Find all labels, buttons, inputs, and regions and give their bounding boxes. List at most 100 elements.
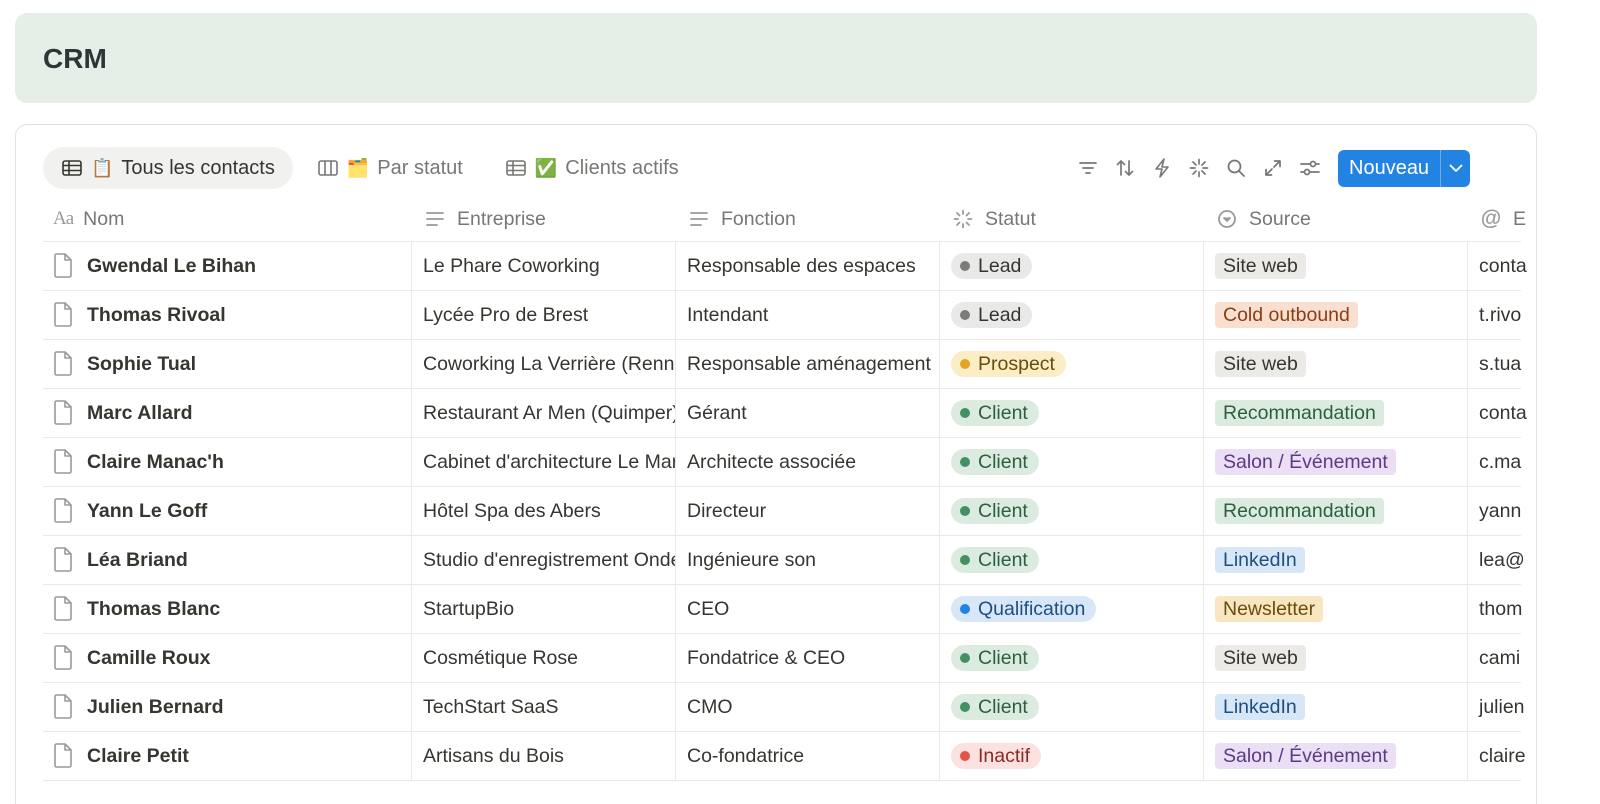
cell-nom[interactable]: Sophie Tual <box>43 340 412 388</box>
tab-clients-actifs[interactable]: ✅ Clients actifs <box>487 147 697 189</box>
column-header-source[interactable]: Source <box>1204 197 1468 241</box>
cell-entreprise[interactable]: StartupBio <box>412 585 676 633</box>
cell-source[interactable]: Site web <box>1204 340 1468 388</box>
cell-statut[interactable]: Lead <box>940 291 1204 339</box>
table-row[interactable]: Julien Bernard TechStart SaaS CMO Client Lin… <box>43 683 1525 732</box>
cell-statut[interactable]: Qualification <box>940 585 1204 633</box>
cell-source[interactable]: Recommandation <box>1204 389 1468 437</box>
sort-icon[interactable] <box>1106 150 1143 186</box>
contact-name[interactable]: Claire Manac'h <box>87 451 224 474</box>
cell-email[interactable]: lea@ <box>1468 536 1528 584</box>
contact-name[interactable]: Thomas Blanc <box>87 598 220 621</box>
cell-statut[interactable]: Client <box>940 683 1204 731</box>
table-row[interactable]: Sophie Tual Coworking La Verrière (Renne R… <box>43 340 1521 389</box>
cell-entreprise[interactable]: TechStart SaaS <box>412 683 676 731</box>
cell-email[interactable]: conta <box>1468 389 1528 437</box>
cell-fonction[interactable]: Ingénieure son <box>676 536 940 584</box>
chevron-down-icon[interactable] <box>1440 149 1470 187</box>
cell-email[interactable]: claire <box>1468 732 1528 780</box>
contact-name[interactable]: Camille Roux <box>87 647 211 670</box>
automation-icon[interactable] <box>1143 150 1180 186</box>
table-row[interactable]: Claire Petit Artisans du Bois Co-fondatric… <box>43 732 1526 781</box>
cell-email[interactable]: cami <box>1468 634 1528 682</box>
cell-entreprise[interactable]: Cosmétique Rose <box>412 634 676 682</box>
cell-statut[interactable]: Lead <box>940 242 1204 290</box>
table-row[interactable]: Yann Le Goff Hôtel Spa des Abers Directeur… <box>43 487 1521 536</box>
cell-statut[interactable]: Client <box>940 438 1204 486</box>
cell-email[interactable]: thom <box>1468 585 1528 633</box>
contact-name[interactable]: Léa Briand <box>87 549 188 572</box>
cell-entreprise[interactable]: Coworking La Verrière (Renne <box>412 340 676 388</box>
tab-par-statut[interactable]: 🗂️ Par statut <box>299 147 481 189</box>
table-row[interactable]: Camille Roux Cosmétique Rose Fondatrice & … <box>43 634 1521 683</box>
search-icon[interactable] <box>1217 150 1254 186</box>
contact-name[interactable]: Sophie Tual <box>87 353 196 376</box>
table-row[interactable]: Léa Briand Studio d'enregistrement Onde In… <box>43 536 1525 585</box>
cell-email[interactable]: t.rivo <box>1468 291 1528 339</box>
contact-name[interactable]: Gwendal Le Bihan <box>87 255 256 278</box>
contact-name[interactable]: Claire Petit <box>87 745 189 768</box>
cell-nom[interactable]: Marc Allard <box>43 389 412 437</box>
cell-entreprise[interactable]: Hôtel Spa des Abers <box>412 487 676 535</box>
cell-source[interactable]: Salon / Événement <box>1204 732 1468 780</box>
cell-statut[interactable]: Inactif <box>940 732 1204 780</box>
contact-name[interactable]: Julien Bernard <box>87 696 224 719</box>
cell-statut[interactable]: Client <box>940 536 1204 584</box>
settings-sliders-icon[interactable] <box>1291 150 1328 186</box>
cell-nom[interactable]: Claire Manac'h <box>43 438 412 486</box>
column-header-email[interactable]: @ E <box>1468 197 1528 241</box>
cell-email[interactable]: conta <box>1468 242 1528 290</box>
cell-source[interactable]: Salon / Événement <box>1204 438 1468 486</box>
cell-source[interactable]: Newsletter <box>1204 585 1468 633</box>
contact-name[interactable]: Marc Allard <box>87 402 192 425</box>
cell-source[interactable]: LinkedIn <box>1204 536 1468 584</box>
cell-source[interactable]: Site web <box>1204 634 1468 682</box>
cell-fonction[interactable]: Gérant <box>676 389 940 437</box>
tab-tous-les-contacts[interactable]: 📋 Tous les contacts <box>43 147 293 189</box>
table-row[interactable]: Claire Manac'h Cabinet d'architecture Le … <box>43 438 1521 487</box>
cell-fonction[interactable]: Architecte associée <box>676 438 940 486</box>
cell-email[interactable]: yann <box>1468 487 1528 535</box>
cell-fonction[interactable]: Fondatrice & CEO <box>676 634 940 682</box>
cell-nom[interactable]: Claire Petit <box>43 732 412 780</box>
cell-entreprise[interactable]: Cabinet d'architecture Le Mar <box>412 438 676 486</box>
cell-nom[interactable]: Julien Bernard <box>43 683 412 731</box>
filter-icon[interactable] <box>1069 150 1106 186</box>
column-header-statut[interactable]: Statut <box>940 197 1204 241</box>
column-header-fonction[interactable]: Fonction <box>676 197 940 241</box>
cell-email[interactable]: julien <box>1468 683 1528 731</box>
cell-fonction[interactable]: Responsable des espaces <box>676 242 940 290</box>
cell-nom[interactable]: Thomas Blanc <box>43 585 412 633</box>
column-header-nom[interactable]: Aa Nom <box>43 197 412 241</box>
cell-entreprise[interactable]: Artisans du Bois <box>412 732 676 780</box>
cell-nom[interactable]: Thomas Rivoal <box>43 291 412 339</box>
column-header-entreprise[interactable]: Entreprise <box>412 197 676 241</box>
cell-statut[interactable]: Client <box>940 634 1204 682</box>
table-row[interactable]: Thomas Blanc StartupBio CEO Qualification Ne… <box>43 585 1522 634</box>
new-button[interactable]: Nouveau <box>1338 149 1471 187</box>
contact-name[interactable]: Thomas Rivoal <box>87 304 226 327</box>
table-row[interactable]: Thomas Rivoal Lycée Pro de Brest Intendant… <box>43 291 1521 340</box>
cell-fonction[interactable]: Intendant <box>676 291 940 339</box>
cell-source[interactable]: LinkedIn <box>1204 683 1468 731</box>
cell-entreprise[interactable]: Restaurant Ar Men (Quimper) <box>412 389 676 437</box>
table-row[interactable]: Marc Allard Restaurant Ar Men (Quimper) Gé… <box>43 389 1527 438</box>
cell-email[interactable]: s.tua <box>1468 340 1528 388</box>
cell-fonction[interactable]: Directeur <box>676 487 940 535</box>
cell-fonction[interactable]: Co-fondatrice <box>676 732 940 780</box>
ai-sparkle-icon[interactable] <box>1180 150 1217 186</box>
cell-source[interactable]: Cold outbound <box>1204 291 1468 339</box>
contact-name[interactable]: Yann Le Goff <box>87 500 207 523</box>
cell-statut[interactable]: Prospect <box>940 340 1204 388</box>
cell-fonction[interactable]: CMO <box>676 683 940 731</box>
cell-nom[interactable]: Gwendal Le Bihan <box>43 242 412 290</box>
cell-source[interactable]: Site web <box>1204 242 1468 290</box>
cell-statut[interactable]: Client <box>940 389 1204 437</box>
cell-nom[interactable]: Yann Le Goff <box>43 487 412 535</box>
cell-statut[interactable]: Client <box>940 487 1204 535</box>
cell-nom[interactable]: Camille Roux <box>43 634 412 682</box>
cell-source[interactable]: Recommandation <box>1204 487 1468 535</box>
table-row[interactable]: Gwendal Le Bihan Le Phare Coworking Respon… <box>43 242 1527 291</box>
cell-fonction[interactable]: CEO <box>676 585 940 633</box>
cell-entreprise[interactable]: Le Phare Coworking <box>412 242 676 290</box>
